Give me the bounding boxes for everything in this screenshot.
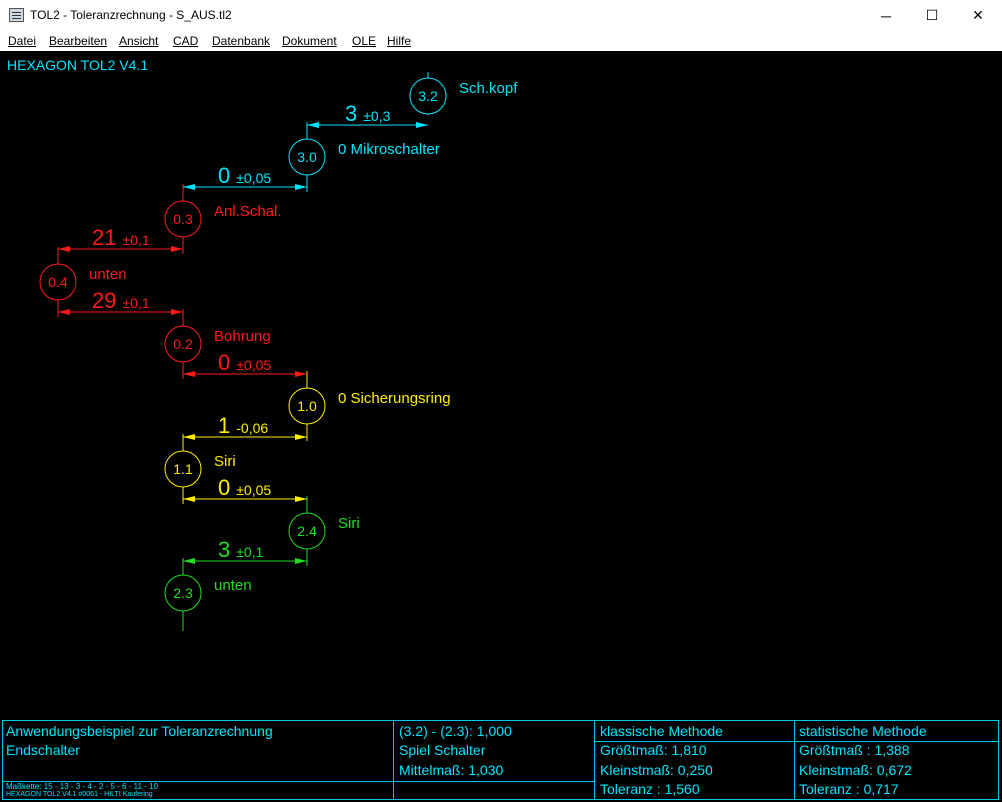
node-id: 3.0 xyxy=(297,149,317,165)
dimension-tolerance: ±0,05 xyxy=(236,482,271,498)
statistic-method-title: statistische Methode xyxy=(799,723,927,739)
node-label: Sch.kopf xyxy=(459,80,518,97)
dimension-label: 0 ±0,05 xyxy=(218,475,271,500)
arrow-left-icon xyxy=(58,309,70,315)
dimension-value: 21 xyxy=(92,225,116,250)
node-id: 2.4 xyxy=(297,523,317,539)
result-name: Spiel Schalter xyxy=(399,742,486,758)
node-id: 1.0 xyxy=(297,398,317,414)
arrow-left-icon xyxy=(183,496,195,502)
arrow-left-icon xyxy=(58,246,70,252)
chain-label: Maßkette: 15 - 13 - 3 - 4 - 2 - 5 - 6 - … xyxy=(6,782,158,791)
arrow-left-icon xyxy=(307,122,319,128)
arrow-right-icon xyxy=(416,122,428,128)
dimension-label: 29 ±0,1 xyxy=(92,288,150,313)
divider xyxy=(594,721,595,799)
arrow-right-icon xyxy=(171,309,183,315)
close-button[interactable]: ✕ xyxy=(955,0,1001,31)
arrow-right-icon xyxy=(171,246,183,252)
menu-datei[interactable]: Datei xyxy=(8,34,36,48)
node-id: 0.2 xyxy=(173,336,193,352)
dimension-label: 0 ±0,05 xyxy=(218,163,271,188)
arrow-right-icon xyxy=(295,371,307,377)
arrow-left-icon xyxy=(183,371,195,377)
maximize-button[interactable]: ☐ xyxy=(909,0,955,31)
arrow-right-icon xyxy=(295,434,307,440)
mittelmass-value: Mittelmaß: 1,030 xyxy=(399,762,504,778)
dimension-value: 0 xyxy=(218,475,230,500)
dimension-value: 1 xyxy=(218,413,230,438)
dimension-tolerance: ±0,1 xyxy=(122,295,149,311)
result-panel: Anwendungsbeispiel zur Toleranzrechnung … xyxy=(2,720,999,800)
menu-hilfe[interactable]: Hilfe xyxy=(387,34,411,48)
node-id: 2.3 xyxy=(173,585,193,601)
node-label: Siri xyxy=(214,453,236,470)
dimension-tolerance: ±0,05 xyxy=(236,357,271,373)
title-bar: TOL2 - Toleranzrechnung - S_AUS.tl2 ─ ☐ … xyxy=(0,0,1002,31)
arrow-left-icon xyxy=(183,558,195,564)
arrow-right-icon xyxy=(295,184,307,190)
dimension-label: 0 ±0,05 xyxy=(218,350,271,375)
dimension-value: 3 xyxy=(345,101,357,126)
dimension-tolerance: ±0,1 xyxy=(236,544,263,560)
node-label: Anl.Schal. xyxy=(214,203,282,220)
result-value: (3.2) - (2.3): 1,000 xyxy=(399,723,512,739)
license-label: HEXAGON TOL2 V4.1 #0061 - HILTI Kauferin… xyxy=(6,791,153,798)
node-label: unten xyxy=(214,577,252,594)
node-id: 0.3 xyxy=(173,211,193,227)
arrow-left-icon xyxy=(183,434,195,440)
dimension-tolerance: ±0,05 xyxy=(236,170,271,186)
classic-max: Größtmaß: 1,810 xyxy=(600,742,707,758)
menu-dokument[interactable]: Dokument xyxy=(282,34,337,48)
description-line-1: Anwendungsbeispiel zur Toleranzrechnung xyxy=(6,723,273,739)
dimension-tolerance: -0,06 xyxy=(236,420,268,436)
node-label: 0 Mikroschalter xyxy=(338,141,440,158)
tolerance-chain-diagram: 3 ±0,3 0 ±0,05 21 ±0,1 29 ±0,1 0 ±0,05 1 -0,06 0 ±0,0… xyxy=(39,72,518,631)
arrow-right-icon xyxy=(295,496,307,502)
drawing-canvas[interactable]: HEXAGON TOL2 V4.1 3 ±0,3 0 ±0,05 21 ±0,1 29 ±0,… xyxy=(0,51,1002,802)
statistic-tol: Toleranz : 0,717 xyxy=(799,781,899,797)
dimension-value: 0 xyxy=(218,163,230,188)
dimension-label: 3 ±0,1 xyxy=(218,537,264,562)
divider xyxy=(393,721,394,799)
dimension-tolerance: ±0,1 xyxy=(122,232,149,248)
app-icon[interactable] xyxy=(9,8,24,22)
description-line-2: Endschalter xyxy=(6,742,80,758)
dimension-value: 3 xyxy=(218,537,230,562)
node-label: unten xyxy=(89,266,127,283)
dimension-label: 21 ±0,1 xyxy=(92,225,150,250)
node-id: 3.2 xyxy=(418,88,438,104)
menu-datenbank[interactable]: Datenbank xyxy=(212,34,270,48)
node-label: 0 Sicherungsring xyxy=(338,390,451,407)
menu-cad[interactable]: CAD xyxy=(173,34,198,48)
dimension-value: 0 xyxy=(218,350,230,375)
node-id: 0.4 xyxy=(48,274,68,290)
dimension-label: 3 ±0,3 xyxy=(345,101,391,126)
menu-ansicht[interactable]: Ansicht xyxy=(119,34,158,48)
dimension-tolerance: ±0,3 xyxy=(363,108,390,124)
classic-tol: Toleranz : 1,560 xyxy=(600,781,700,797)
node-label: Siri xyxy=(338,515,360,532)
classic-min: Kleinstmaß: 0,250 xyxy=(600,762,713,778)
dimension-label: 1 -0,06 xyxy=(218,413,268,438)
divider xyxy=(794,721,795,799)
classic-method-title: klassische Methode xyxy=(600,723,723,739)
node-id: 1.1 xyxy=(173,461,193,477)
dimension-value: 29 xyxy=(92,288,116,313)
menu-bar: Datei Bearbeiten Ansicht CAD Datenbank D… xyxy=(0,31,1002,51)
statistic-min: Kleinstmaß: 0,672 xyxy=(799,762,912,778)
arrow-left-icon xyxy=(183,184,195,190)
window-title: TOL2 - Toleranzrechnung - S_AUS.tl2 xyxy=(30,8,232,22)
statistic-max: Größtmaß : 1,388 xyxy=(799,742,910,758)
menu-ole[interactable]: OLE xyxy=(352,34,376,48)
node-label: Bohrung xyxy=(214,328,271,345)
arrow-right-icon xyxy=(295,558,307,564)
minimize-button[interactable]: ─ xyxy=(863,0,909,31)
menu-bearbeiten[interactable]: Bearbeiten xyxy=(49,34,107,48)
